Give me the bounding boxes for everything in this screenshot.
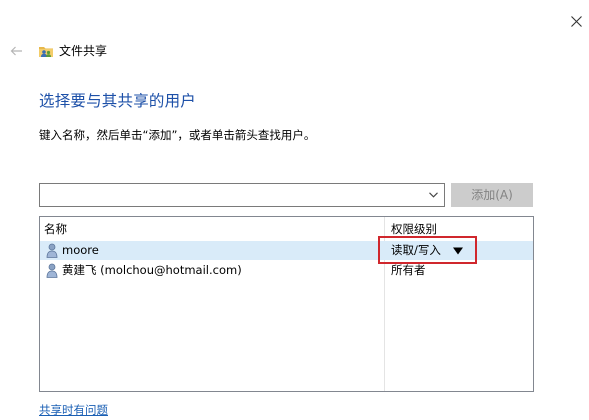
back-button[interactable] <box>6 42 26 60</box>
file-sharing-icon <box>39 47 53 57</box>
user-name: 黄建飞 (molchou@hotmail.com) <box>62 263 242 277</box>
user-icon <box>46 243 58 258</box>
permission-level-text: 所有者 <box>391 263 426 277</box>
sharing-help-link[interactable]: 共享时有问题 <box>39 402 108 418</box>
user-combobox[interactable] <box>39 183 445 207</box>
user-name-input[interactable] <box>40 184 420 206</box>
caret-down-icon <box>452 247 463 254</box>
column-header-permission[interactable]: 权限级别 <box>391 221 437 237</box>
table-row[interactable]: moore 读取/写入 <box>40 241 533 260</box>
instruction-text: 键入名称，然后单击“添加”，或者单击箭头查找用户。 <box>39 128 316 142</box>
page-heading: 选择要与其共享的用户 <box>39 92 197 110</box>
permission-level: 读取/写入 <box>391 243 441 257</box>
back-arrow-icon <box>10 46 22 56</box>
permission-dropdown[interactable]: 读取/写入 <box>391 242 463 259</box>
user-icon <box>46 263 58 278</box>
user-name: moore <box>62 243 99 257</box>
combo-dropdown-button[interactable] <box>426 188 440 202</box>
user-permission-list[interactable]: 名称 权限级别 moore 读取/写入 黄建飞 (molchou@hotmail… <box>39 216 534 392</box>
chevron-down-icon <box>428 192 438 198</box>
window-title: 文件共享 <box>59 44 108 58</box>
add-button[interactable]: 添加(A) <box>451 183 533 207</box>
file-sharing-dialog: 文件共享 选择要与其共享的用户 键入名称，然后单击“添加”，或者单击箭头查找用户… <box>0 0 589 420</box>
permission-level: 所有者 <box>391 262 426 279</box>
close-icon <box>570 15 582 27</box>
close-button[interactable] <box>564 8 588 34</box>
table-row[interactable]: 黄建飞 (molchou@hotmail.com) 所有者 <box>40 261 533 280</box>
column-header-name[interactable]: 名称 <box>44 221 67 237</box>
list-header: 名称 权限级别 <box>40 217 533 239</box>
